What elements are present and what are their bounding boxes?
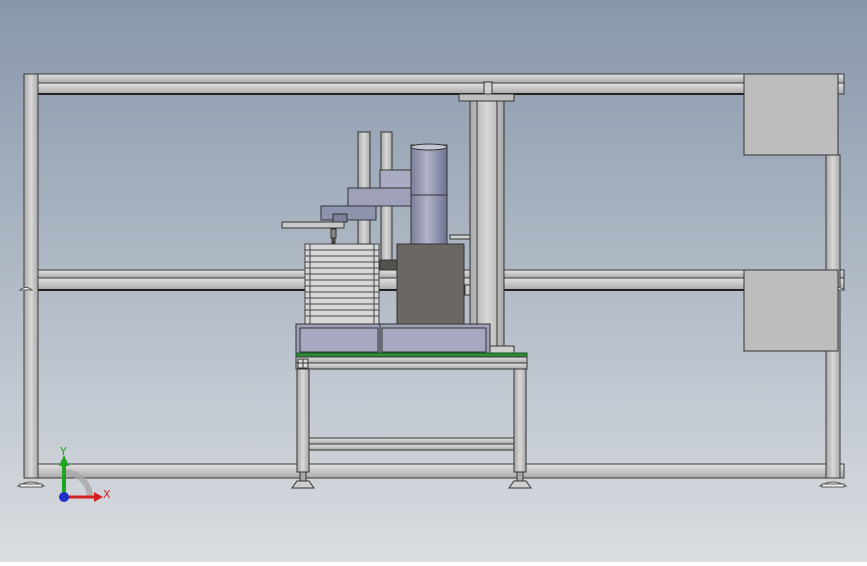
tray-magazine xyxy=(304,243,380,325)
upper-electrical-panel xyxy=(743,73,839,156)
triad-z-axis xyxy=(59,492,69,502)
green-base-plate xyxy=(295,352,528,358)
lower-electrical-panel xyxy=(743,269,839,352)
triad-y-label: Y xyxy=(59,445,67,458)
cad-viewport[interactable]: Y X xyxy=(0,0,867,562)
base-unit xyxy=(295,323,515,355)
triad-x-label: X xyxy=(103,488,111,501)
